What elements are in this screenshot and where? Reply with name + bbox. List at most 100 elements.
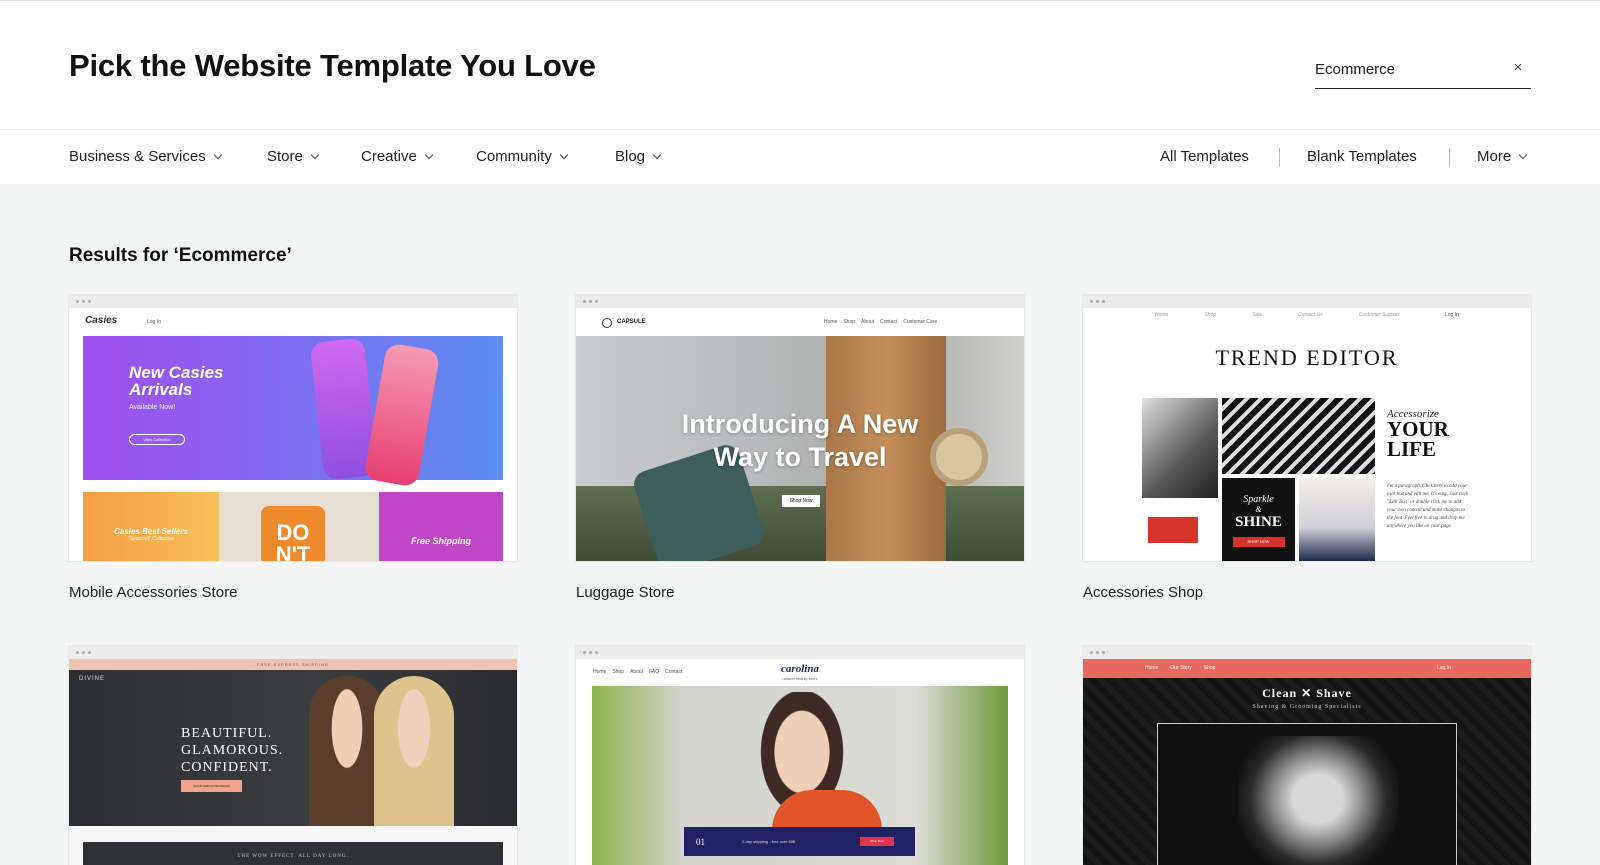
nav-label: Community xyxy=(476,148,552,165)
preview-hero-title: New Casies xyxy=(129,363,224,382)
preview-brand: TREND EDITOR xyxy=(1215,345,1399,370)
browser-chrome xyxy=(1083,295,1531,308)
preview-hero-title: Arrivals xyxy=(129,380,193,399)
preview-banner: FREE EXPRESS SHIPPING xyxy=(69,659,517,670)
chevron-down-icon xyxy=(213,150,222,159)
preview-tile-sub: "Spoccan" Collection xyxy=(127,536,175,542)
nav-blog[interactable]: Blog xyxy=(615,148,662,165)
preview-hero-sub: Available Now! xyxy=(129,404,176,411)
preview-tile-title: Casies Best Sellers xyxy=(114,527,188,536)
browser-chrome xyxy=(576,646,1024,659)
browser-chrome xyxy=(1083,646,1531,659)
category-nav: Business & Services Store Creative Commu… xyxy=(0,130,1600,184)
preview-promo-text: SHINE xyxy=(1235,514,1282,530)
preview-photo xyxy=(1222,398,1375,474)
template-card[interactable]: CAPSULE Home Shop About Contact Customer Car… xyxy=(576,295,1024,601)
preview-logo: Casies xyxy=(85,315,118,326)
nav-label: Creative xyxy=(361,148,417,165)
blank-templates-link[interactable]: Blank Templates xyxy=(1307,148,1417,165)
preview-logo: Clean ✕ Shave xyxy=(1262,686,1352,700)
template-name[interactable]: Accessories Shop xyxy=(1083,584,1203,601)
preview-menu: Home Shop About Contact Customer Care xyxy=(824,319,938,325)
nav-label: Business & Services xyxy=(69,148,206,165)
template-card[interactable]: Home Our Story Shop Log In Clean ✕ Shave S… xyxy=(1083,646,1531,865)
chevron-down-icon xyxy=(1518,150,1528,159)
preview-tile: Casies Best Sellers "Spoccan" Collection xyxy=(83,492,219,561)
template-card[interactable]: Home Shop About FAQ Contact carolina natural… xyxy=(576,646,1024,865)
preview-hero: Clean ✕ Shave Shaving & Grooming Special… xyxy=(1083,678,1531,865)
results-heading: Results for ‘Ecommerce’ xyxy=(69,245,292,266)
preview-logo: DIVINE xyxy=(79,676,106,682)
preview-hero-button: View Collection xyxy=(129,434,185,445)
preview-tagline: Shaving & Grooming Specialists xyxy=(1252,704,1362,710)
preview-logo: carolina xyxy=(781,663,819,675)
nav-divider xyxy=(1279,148,1280,167)
preview-frame xyxy=(1157,723,1457,865)
browser-chrome xyxy=(69,646,517,659)
template-name[interactable]: Luggage Store xyxy=(576,584,674,601)
browser-chrome xyxy=(69,295,517,308)
preview-hero: 01 2-day shipping - free over 50$ Shop N… xyxy=(592,686,1008,865)
nav-label: Store xyxy=(267,148,303,165)
header: Pick the Website Template You Love × xyxy=(0,0,1600,130)
preview-tile: DO N'T xyxy=(219,492,379,561)
preview-phone-case xyxy=(363,342,441,488)
preview-photo xyxy=(1148,517,1198,543)
preview-strip-button: Shop Now xyxy=(860,837,894,846)
nav-more[interactable]: More xyxy=(1477,148,1528,165)
preview-photo xyxy=(1299,478,1375,561)
preview-hero-title: Introducing A New Way to Travel xyxy=(681,409,919,472)
browser-chrome xyxy=(576,295,1024,308)
template-thumbnail[interactable]: Home Shop Sale Contact Us Customer Support L… xyxy=(1083,295,1531,561)
preview-topbar: Home Our Story Shop Log In xyxy=(1083,659,1531,678)
preview-promo-button: SHOP NOW xyxy=(1232,537,1285,547)
preview-login: Log In xyxy=(147,319,161,325)
template-thumbnail[interactable]: Home Shop About FAQ Contact carolina natural… xyxy=(576,646,1024,865)
preview-hero: Introducing A New Way to Travel Shop Now xyxy=(576,336,1024,561)
template-name[interactable]: Mobile Accessories Store xyxy=(69,584,237,601)
template-card[interactable]: Casies Log In New Casies Arrivals Availa… xyxy=(69,295,517,601)
template-thumbnail[interactable]: Casies Log In New Casies Arrivals Availa… xyxy=(69,295,517,561)
template-card[interactable]: Home Shop Sale Contact Us Customer Support L… xyxy=(1083,295,1531,601)
preview-strip-text: 2-day shipping - free over 50$ xyxy=(742,839,796,844)
nav-label: More xyxy=(1477,148,1512,165)
preview-login: Log In xyxy=(1437,665,1451,671)
nav-store[interactable]: Store xyxy=(267,148,320,165)
preview-hero: DIVINE BEAUTIFUL. GLAMOROUS. CONFIDENT. … xyxy=(69,670,517,865)
chevron-down-icon xyxy=(424,150,434,159)
preview-logo: CAPSULE xyxy=(617,319,646,325)
preview-model xyxy=(374,676,454,826)
nav-community[interactable]: Community xyxy=(476,148,569,165)
all-templates-link[interactable]: All Templates xyxy=(1160,148,1249,165)
preview-login: Log In xyxy=(1445,312,1459,318)
preview-tile-text: DO N'T xyxy=(261,506,325,561)
preview-photo xyxy=(1142,398,1218,498)
template-card[interactable]: FREE EXPRESS SHIPPING DIVINE BEAUTIFUL. … xyxy=(69,646,517,865)
template-thumbnail[interactable]: CAPSULE Home Shop About Contact Customer Car… xyxy=(576,295,1024,561)
search-box: × xyxy=(1315,53,1531,89)
nav-creative[interactable]: Creative xyxy=(361,148,434,165)
preview-headline: BEAUTIFUL. GLAMOROUS. CONFIDENT. xyxy=(181,726,284,775)
preview-hero-button: Shop Now xyxy=(782,495,820,507)
nav-divider xyxy=(1449,148,1450,167)
preview-hero-button: SHOP HAIR EXTENSIONS xyxy=(181,780,242,792)
preview-menu: Home Shop Sale Contact Us Customer Support xyxy=(1155,312,1400,318)
preview-strip: 01 2-day shipping - free over 50$ Shop N… xyxy=(684,827,915,856)
nav-business-services[interactable]: Business & Services xyxy=(69,148,222,165)
preview-promo-text: & xyxy=(1255,505,1262,514)
preview-photo xyxy=(1238,736,1398,865)
search-input[interactable] xyxy=(1315,55,1505,83)
chevron-down-icon xyxy=(652,150,662,159)
preview-logo-sub: natural beauty store xyxy=(782,676,818,681)
template-thumbnail[interactable]: Home Our Story Shop Log In Clean ✕ Shave S… xyxy=(1083,646,1531,865)
preview-tile: Free Shipping xyxy=(379,492,503,561)
clear-search-icon[interactable]: × xyxy=(1507,57,1529,79)
chevron-down-icon xyxy=(310,150,320,159)
page-title: Pick the Website Template You Love xyxy=(69,48,596,83)
preview-body: I'm a paragraph. Click here to add your … xyxy=(1387,484,1469,529)
nav-label: Blog xyxy=(615,148,646,165)
preview-menu: Home Our Story Shop xyxy=(1145,665,1216,671)
preview-promo: Sparkle & SHINE SHOP NOW xyxy=(1222,478,1295,561)
chevron-down-icon xyxy=(559,150,569,159)
template-thumbnail[interactable]: FREE EXPRESS SHIPPING DIVINE BEAUTIFUL. … xyxy=(69,646,517,865)
